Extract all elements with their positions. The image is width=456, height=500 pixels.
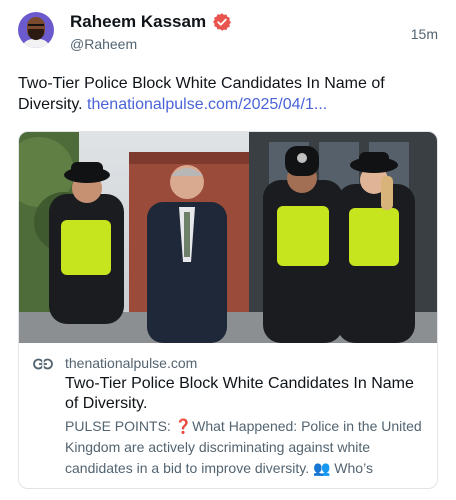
avatar-glasses [28,24,44,28]
card-domain: thenationalpulse.com [65,355,198,371]
author-name-row: Raheem Kassam [70,12,232,32]
card-body: thenationalpulse.com Two-Tier Police Blo… [19,343,437,488]
post-header: Raheem Kassam @Raheem 15m [18,12,438,56]
card-description: PULSE POINTS: ❓What Happened: Police in … [65,418,422,476]
post-link[interactable]: thenationalpulse.com/2025/04/1... [87,96,327,113]
verified-badge-icon [213,13,232,31]
post-text: Two-Tier Police Block White Candidates I… [18,73,438,115]
link-preview-card[interactable]: thenationalpulse.com Two-Tier Police Blo… [18,131,438,489]
card-title[interactable]: Two-Tier Police Block White Candidates I… [65,374,425,414]
avatar[interactable] [18,12,54,48]
card-image[interactable] [19,132,438,343]
link-icon [33,358,53,370]
avatar-shirt [21,39,51,48]
author-name[interactable]: Raheem Kassam [70,12,206,32]
author-handle[interactable]: @Raheem [70,36,137,52]
post-timestamp[interactable]: 15m [411,26,438,42]
